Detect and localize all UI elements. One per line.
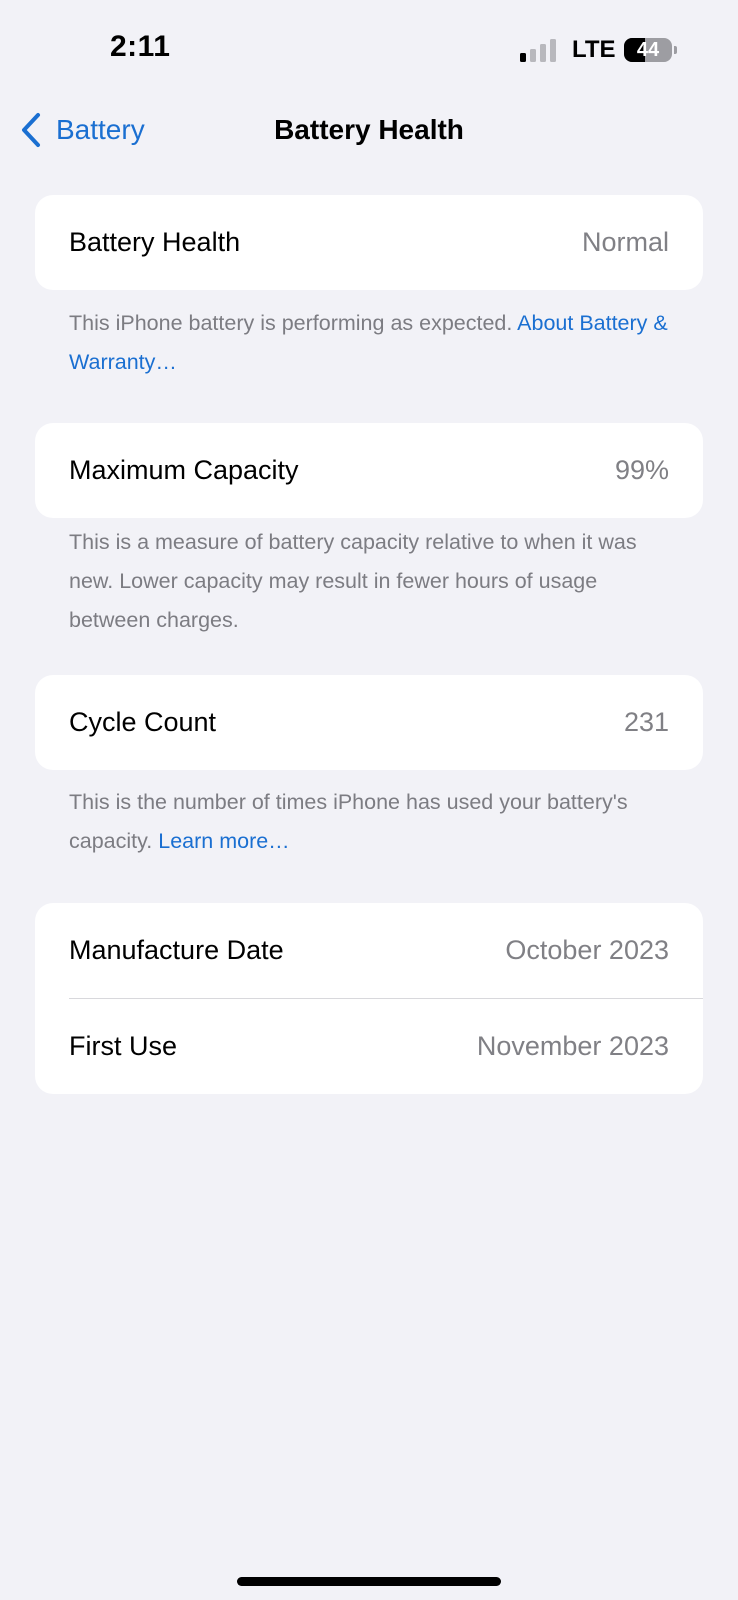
cycle-count-description: This is the number of times iPhone has u…	[69, 790, 628, 853]
cycle-count-footer: This is the number of times iPhone has u…	[69, 783, 669, 861]
status-bar: 2:11 LTE 44	[0, 0, 738, 90]
learn-more-link[interactable]: Learn more…	[158, 829, 289, 853]
battery-icon: 44	[624, 38, 672, 62]
cycle-count-row: Cycle Count 231	[35, 675, 703, 770]
battery-health-row: Battery Health Normal	[35, 195, 703, 290]
maximum-capacity-card: Maximum Capacity 99%	[35, 423, 703, 518]
network-type: LTE	[572, 36, 616, 63]
home-indicator[interactable]	[237, 1577, 501, 1586]
first-use-value: November 2023	[476, 1031, 669, 1061]
signal-bar	[540, 44, 546, 62]
manufacture-date-row: Manufacture Date October 2023	[35, 903, 703, 998]
dates-card: Manufacture Date October 2023 First Use …	[35, 903, 703, 1094]
signal-bar	[550, 39, 556, 62]
battery-percent: 44	[636, 39, 660, 61]
signal-bar	[520, 53, 526, 62]
manufacture-date-label: Manufacture Date	[69, 935, 284, 965]
cycle-count-card: Cycle Count 231	[35, 675, 703, 770]
battery-health-label: Battery Health	[69, 227, 241, 257]
battery-health-description: This iPhone battery is performing as exp…	[69, 311, 518, 335]
maximum-capacity-label: Maximum Capacity	[69, 455, 299, 485]
maximum-capacity-row: Maximum Capacity 99%	[35, 423, 703, 518]
manufacture-date-value: October 2023	[505, 935, 669, 965]
battery-health-footer: This iPhone battery is performing as exp…	[69, 304, 669, 382]
battery-health-value: Normal	[581, 227, 669, 257]
battery-health-card: Battery Health Normal	[35, 195, 703, 290]
page-title: Battery Health	[274, 114, 464, 145]
status-time: 2:11	[110, 30, 171, 63]
battery-tip-icon	[674, 46, 677, 54]
maximum-capacity-footer: This is a measure of battery capacity re…	[69, 530, 637, 632]
cycle-count-label: Cycle Count	[69, 707, 217, 737]
cycle-count-value: 231	[623, 707, 669, 737]
first-use-label: First Use	[69, 1031, 177, 1061]
cellular-signal-icon	[520, 38, 560, 62]
signal-bar	[530, 49, 536, 62]
first-use-row: First Use November 2023	[35, 999, 703, 1094]
navigation-bar: Battery Battery Health	[0, 100, 738, 160]
maximum-capacity-value: 99%	[614, 455, 669, 485]
